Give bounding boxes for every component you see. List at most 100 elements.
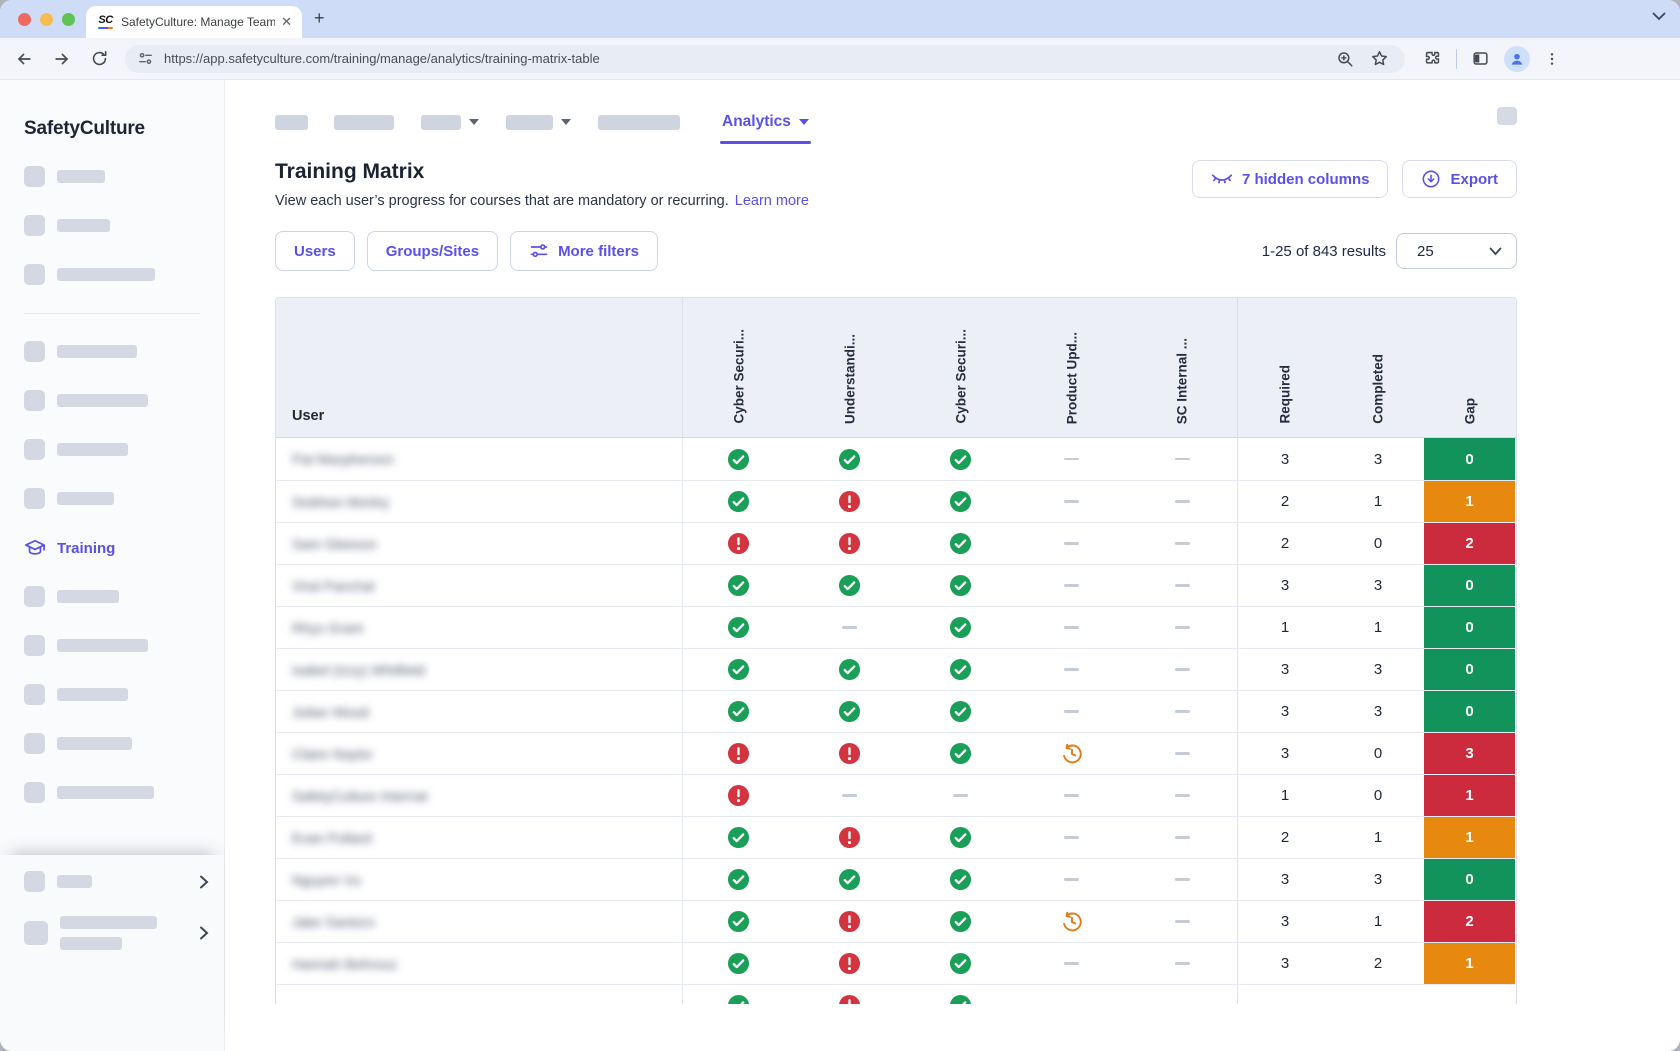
- column-header-course[interactable]: Understandi...: [794, 298, 905, 437]
- column-header-course[interactable]: SC Internal ...: [1127, 298, 1238, 437]
- tab-search-chevron-icon[interactable]: [1652, 12, 1666, 21]
- forward-button[interactable]: [52, 49, 72, 69]
- table-row[interactable]: Pat Macpherson330: [276, 438, 1516, 480]
- column-header-course[interactable]: Product Upd...: [1016, 298, 1127, 437]
- status-pending-clock-icon[interactable]: [1061, 743, 1083, 765]
- column-header-summary[interactable]: Gap: [1424, 298, 1515, 437]
- status-complete-check-icon[interactable]: [838, 448, 861, 471]
- table-row[interactable]: Evan Pollard211: [276, 816, 1516, 858]
- table-row[interactable]: Jake Santoro312: [276, 900, 1516, 942]
- status-complete-check-icon[interactable]: [949, 574, 972, 597]
- status-complete-check-icon[interactable]: [949, 490, 972, 513]
- status-complete-check-icon[interactable]: [949, 868, 972, 891]
- page-size-select[interactable]: 25: [1396, 233, 1517, 269]
- browser-tab[interactable]: SC SafetyCulture: Manage Teams and... ✕: [86, 6, 302, 38]
- table-row[interactable]: [276, 984, 1516, 1004]
- status-overdue-alert-icon[interactable]: [838, 910, 861, 933]
- table-row[interactable]: SafetyCulture Internal101: [276, 774, 1516, 816]
- table-row[interactable]: Nguyen Vu330: [276, 858, 1516, 900]
- more-filters-button[interactable]: More filters: [510, 231, 658, 271]
- skeleton-icon: [24, 390, 45, 411]
- status-complete-check-icon[interactable]: [949, 994, 972, 1004]
- status-complete-check-icon[interactable]: [838, 868, 861, 891]
- skeleton-bar: [598, 115, 680, 130]
- table-row[interactable]: Siobhan Morley211: [276, 480, 1516, 522]
- status-complete-check-icon[interactable]: [727, 700, 750, 723]
- status-complete-check-icon[interactable]: [949, 448, 972, 471]
- user-name-blurred: SafetyCulture Internal: [292, 788, 427, 804]
- table-row[interactable]: Viral Panchal330: [276, 564, 1516, 606]
- minimize-window-button[interactable]: [40, 13, 53, 26]
- status-complete-check-icon[interactable]: [727, 616, 750, 639]
- status-pending-clock-icon[interactable]: [1061, 911, 1083, 933]
- table-row[interactable]: Claire Naylor303: [276, 732, 1516, 774]
- course-status-cell: [1127, 481, 1238, 522]
- status-overdue-alert-icon[interactable]: [838, 826, 861, 849]
- status-complete-check-icon[interactable]: [727, 910, 750, 933]
- zoom-window-button[interactable]: [62, 13, 75, 26]
- side-panel-icon[interactable]: [1471, 49, 1490, 68]
- status-complete-check-icon[interactable]: [727, 448, 750, 471]
- status-complete-check-icon[interactable]: [727, 826, 750, 849]
- table-row[interactable]: Hannah Behrouz321: [276, 942, 1516, 984]
- status-complete-check-icon[interactable]: [949, 658, 972, 681]
- sidebar-item-training[interactable]: Training: [24, 537, 224, 559]
- sidebar-footer-item[interactable]: [24, 916, 210, 950]
- reload-button[interactable]: [90, 49, 109, 68]
- table-row[interactable]: Isabel (Izzy) Whitfield330: [276, 648, 1516, 690]
- status-complete-check-icon[interactable]: [949, 952, 972, 975]
- close-window-button[interactable]: [18, 13, 31, 26]
- completed-value: 0: [1374, 745, 1382, 762]
- address-bar[interactable]: https://app.safetyculture.com/training/m…: [125, 45, 1405, 73]
- column-header-course[interactable]: Cyber Securi...: [905, 298, 1016, 437]
- bookmark-star-icon[interactable]: [1370, 49, 1389, 68]
- status-complete-check-icon[interactable]: [727, 490, 750, 513]
- sidebar-footer-item[interactable]: [24, 871, 210, 892]
- status-complete-check-icon[interactable]: [727, 994, 750, 1004]
- profile-avatar-button[interactable]: [1504, 46, 1530, 72]
- learn-more-link[interactable]: Learn more: [735, 193, 809, 209]
- status-complete-check-icon[interactable]: [949, 532, 972, 555]
- status-overdue-alert-icon[interactable]: [838, 532, 861, 555]
- extensions-icon[interactable]: [1423, 49, 1442, 68]
- status-complete-check-icon[interactable]: [949, 826, 972, 849]
- status-complete-check-icon[interactable]: [838, 658, 861, 681]
- completed-value: 0: [1374, 535, 1382, 552]
- site-info-icon[interactable]: [137, 50, 154, 67]
- status-overdue-alert-icon[interactable]: [727, 742, 750, 765]
- tab-analytics[interactable]: Analytics: [722, 100, 809, 144]
- table-row[interactable]: Julian Wood330: [276, 690, 1516, 732]
- table-row[interactable]: Rhys Grant110: [276, 606, 1516, 648]
- status-complete-check-icon[interactable]: [727, 658, 750, 681]
- status-complete-check-icon[interactable]: [838, 574, 861, 597]
- status-complete-check-icon[interactable]: [949, 742, 972, 765]
- users-filter-button[interactable]: Users: [275, 231, 355, 271]
- groups-sites-filter-button[interactable]: Groups/Sites: [367, 231, 498, 271]
- new-tab-button[interactable]: +: [314, 8, 325, 29]
- table-row[interactable]: Sam Gleeson202: [276, 522, 1516, 564]
- hidden-columns-button[interactable]: 7 hidden columns: [1192, 160, 1389, 198]
- back-button[interactable]: [14, 49, 34, 69]
- status-overdue-alert-icon[interactable]: [838, 742, 861, 765]
- browser-menu-icon[interactable]: [1544, 51, 1560, 67]
- tab-close-icon[interactable]: ✕: [281, 14, 292, 30]
- column-header-summary[interactable]: Required: [1238, 298, 1332, 437]
- export-button[interactable]: Export: [1402, 160, 1517, 198]
- status-complete-check-icon[interactable]: [949, 616, 972, 639]
- course-status-cell: [1016, 943, 1127, 984]
- status-complete-check-icon[interactable]: [727, 574, 750, 597]
- status-overdue-alert-icon[interactable]: [838, 490, 861, 513]
- user-name-blurred: Julian Wood: [292, 704, 369, 720]
- status-overdue-alert-icon[interactable]: [838, 994, 861, 1004]
- column-header-summary[interactable]: Completed: [1332, 298, 1424, 437]
- column-header-course[interactable]: Cyber Securi...: [683, 298, 794, 437]
- status-complete-check-icon[interactable]: [949, 910, 972, 933]
- status-overdue-alert-icon[interactable]: [838, 952, 861, 975]
- zoom-page-icon[interactable]: [1336, 50, 1354, 68]
- status-overdue-alert-icon[interactable]: [727, 532, 750, 555]
- status-overdue-alert-icon[interactable]: [727, 784, 750, 807]
- status-complete-check-icon[interactable]: [949, 700, 972, 723]
- status-complete-check-icon[interactable]: [838, 700, 861, 723]
- status-complete-check-icon[interactable]: [727, 868, 750, 891]
- status-complete-check-icon[interactable]: [727, 952, 750, 975]
